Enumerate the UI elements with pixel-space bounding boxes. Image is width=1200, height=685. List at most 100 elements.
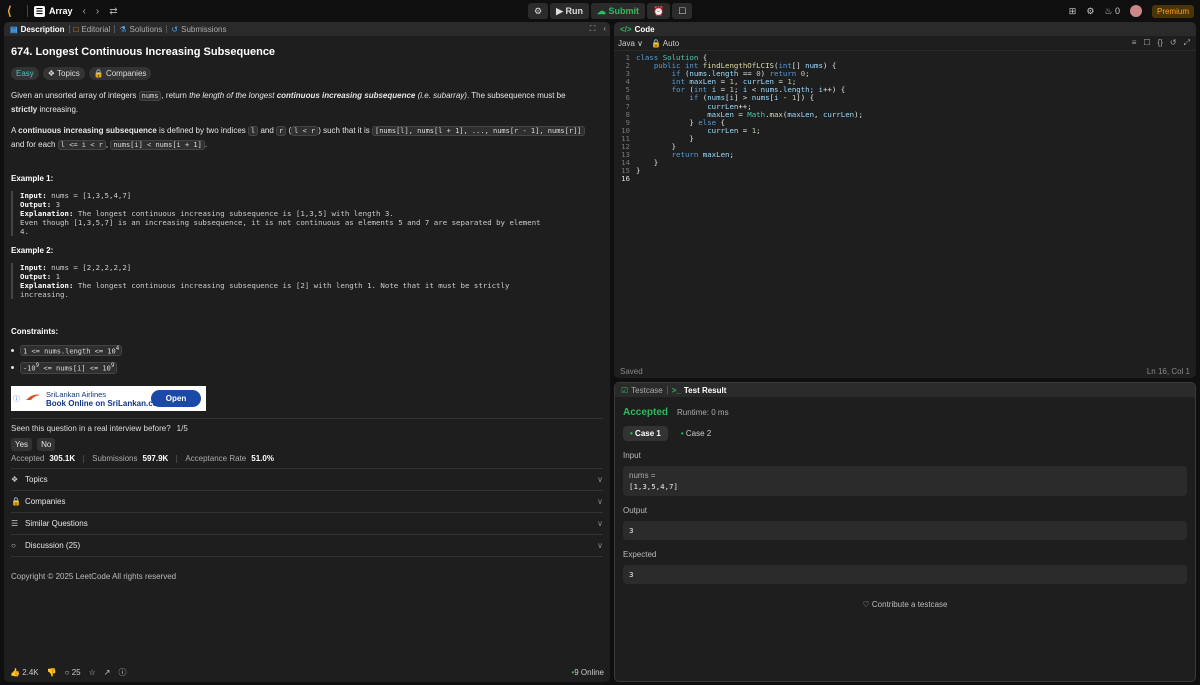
timer-icon[interactable]: ⏰ bbox=[647, 3, 671, 19]
notes-icon[interactable]: ☐ bbox=[672, 3, 693, 19]
code-line: 13 return maxLen; bbox=[621, 150, 734, 160]
tab-submissions-label: Submissions bbox=[181, 24, 227, 34]
tab-test-result[interactable]: >_ Test Result bbox=[668, 383, 731, 397]
advertisement[interactable]: ⓘ SriLankan Airlines Book Online on SriL… bbox=[11, 386, 206, 411]
dislike-icon[interactable]: 👎 bbox=[47, 668, 57, 677]
chevron-down-icon: ∨ bbox=[637, 38, 643, 48]
tab-description[interactable]: ▤ Description bbox=[6, 22, 69, 36]
leetcode-logo[interactable]: ⟨ bbox=[7, 4, 21, 18]
save-status: Saved bbox=[620, 366, 643, 376]
online-label: 9 Online bbox=[574, 667, 604, 677]
problem-description: 674. Longest Continuous Increasing Subse… bbox=[11, 46, 596, 374]
premium-button[interactable]: Premium bbox=[1151, 4, 1194, 18]
text: 9 bbox=[110, 363, 115, 370]
divider bbox=[27, 5, 28, 17]
lock-icon: 🔒 bbox=[651, 38, 661, 48]
prev-problem-icon[interactable]: ‹ bbox=[83, 6, 86, 17]
label: Output: bbox=[20, 200, 52, 209]
value: 1 bbox=[51, 272, 61, 281]
share-icon[interactable]: ↗ bbox=[104, 668, 111, 677]
case-2-label: Case 2 bbox=[685, 429, 712, 438]
inline-code: nums[i] < nums[i + 1] bbox=[110, 140, 205, 150]
language-select[interactable]: Java ∨ bbox=[618, 39, 643, 48]
streak-counter[interactable]: ♨ 0 bbox=[1104, 6, 1120, 17]
problem-title[interactable]: 674. Longest Continuous Increasing Subse… bbox=[11, 46, 596, 58]
no-button[interactable]: No bbox=[37, 438, 56, 451]
input-value: [1,3,5,4,7] bbox=[629, 482, 678, 491]
discussion-section[interactable]: ○ Discussion (25) ∨ bbox=[11, 535, 603, 557]
run-button[interactable]: ▶ Run bbox=[550, 3, 589, 19]
text: continuous increasing subsequence bbox=[18, 126, 157, 135]
inline-code: l < r bbox=[291, 126, 319, 136]
tab-solutions[interactable]: ⚗ Solutions bbox=[115, 22, 166, 36]
avatar[interactable] bbox=[1129, 5, 1142, 17]
maximize-icon[interactable]: ⛶ bbox=[590, 24, 596, 34]
result-tabs: ☑ Testcase >_ Test Result bbox=[615, 383, 1195, 397]
expected-value: 3 bbox=[629, 570, 634, 579]
next-problem-icon[interactable]: › bbox=[96, 6, 99, 17]
problem-list-name: Array bbox=[49, 6, 73, 16]
pass-dot: • bbox=[630, 429, 633, 438]
reset-icon[interactable]: ↺ bbox=[1170, 38, 1177, 48]
text: . The subsequence must be bbox=[466, 91, 566, 100]
interview-count: 1/5 bbox=[176, 424, 188, 433]
tab-editorial[interactable]: □ Editorial bbox=[70, 22, 115, 36]
input-box: nums = [1,3,5,4,7] bbox=[623, 466, 1187, 496]
companies-section[interactable]: 🔒 Companies ∨ bbox=[11, 491, 603, 513]
value: nums = [2,2,2,2,2] bbox=[46, 263, 132, 272]
text: , return bbox=[161, 91, 190, 100]
layout-icon[interactable]: ⊞ bbox=[1069, 6, 1077, 17]
expand-icon[interactable]: ⤢ bbox=[1184, 38, 1190, 48]
tab-submissions[interactable]: ↺ Submissions bbox=[167, 22, 230, 36]
accepted-count: 305.1K bbox=[49, 454, 76, 463]
tab-code[interactable]: </> Code bbox=[616, 22, 659, 36]
format-icon[interactable]: ≡ bbox=[1132, 38, 1137, 48]
companies-chip[interactable]: 🔒 Companies bbox=[88, 67, 152, 80]
divider bbox=[83, 454, 85, 463]
tab-solutions-label: Solutions bbox=[129, 24, 163, 34]
description-panel: ▤ Description □ Editorial ⚗ Solutions ↺ Subm… bbox=[4, 22, 610, 682]
terminal-icon: >_ bbox=[671, 385, 681, 395]
topics-chip[interactable]: ❖ Topics bbox=[42, 67, 85, 80]
label: Input: bbox=[20, 263, 47, 272]
top-bar: ⟨ ☰ Array ‹ › ⇄ ⚙ ▶ Run ☁ Submit ⏰ ☐ ⊞ ⚙… bbox=[0, 0, 1200, 22]
comments-button[interactable]: ○ 25 bbox=[65, 668, 81, 677]
bookmark-icon[interactable]: ☐ bbox=[1143, 38, 1150, 48]
braces-icon[interactable]: {} bbox=[1158, 38, 1163, 48]
ad-info-icon[interactable]: ⓘ bbox=[13, 394, 20, 404]
right-tools: ⊞ ⚙ ♨ 0 Premium bbox=[1069, 3, 1194, 19]
submit-label: Submit bbox=[608, 6, 640, 16]
text: the length of the longest bbox=[189, 91, 277, 100]
shuffle-icon[interactable]: ⇄ bbox=[109, 6, 117, 17]
like-button[interactable]: 👍 2.4K bbox=[10, 668, 39, 677]
settings-icon[interactable]: ⚙ bbox=[1086, 6, 1094, 17]
chevron-down-icon: ∨ bbox=[597, 519, 603, 528]
inline-code: -109 <= nums[i] <= 109 bbox=[20, 362, 118, 374]
submit-button[interactable]: ☁ Submit bbox=[591, 3, 646, 19]
stats-row: Accepted 305.1K Submissions 597.9K Accepta… bbox=[11, 454, 274, 463]
yes-button[interactable]: Yes bbox=[11, 438, 33, 451]
tab-description-label: Description bbox=[20, 24, 65, 34]
topics-section[interactable]: ❖ Topics ∨ bbox=[11, 469, 603, 491]
inline-code: nums bbox=[138, 91, 162, 101]
inline-code: 1 <= nums.length <= 104 bbox=[20, 345, 123, 357]
tab-testcase[interactable]: ☑ Testcase bbox=[617, 383, 667, 397]
debug-icon[interactable]: ⚙ bbox=[528, 3, 549, 19]
case-2-tab[interactable]: • Case 2 bbox=[674, 426, 718, 441]
collapse-icon[interactable]: ‹ bbox=[603, 24, 606, 34]
problem-list-button[interactable]: ☰ Array bbox=[34, 5, 73, 17]
case-1-tab[interactable]: • Case 1 bbox=[623, 426, 668, 441]
contribute-testcase-link[interactable]: ♡ Contribute a testcase bbox=[623, 600, 1187, 609]
star-icon[interactable]: ☆ bbox=[89, 668, 96, 677]
text: and bbox=[258, 126, 277, 135]
code-editor[interactable]: 1 class Solution { 2 public int findLengt… bbox=[614, 53, 1196, 184]
chevron-down-icon: ∨ bbox=[597, 541, 603, 550]
auto-mode[interactable]: 🔒 Auto bbox=[651, 39, 679, 48]
ad-open-button[interactable]: Open bbox=[151, 390, 201, 407]
text: <= nums[i] <= 10 bbox=[39, 364, 111, 373]
streak-count: 0 bbox=[1114, 5, 1120, 16]
similar-questions-section[interactable]: ☰ Similar Questions ∨ bbox=[11, 513, 603, 535]
expected-label: Expected bbox=[623, 550, 657, 559]
help-icon[interactable]: ⓘ bbox=[118, 667, 126, 678]
tag-icon: ❖ bbox=[11, 475, 19, 484]
